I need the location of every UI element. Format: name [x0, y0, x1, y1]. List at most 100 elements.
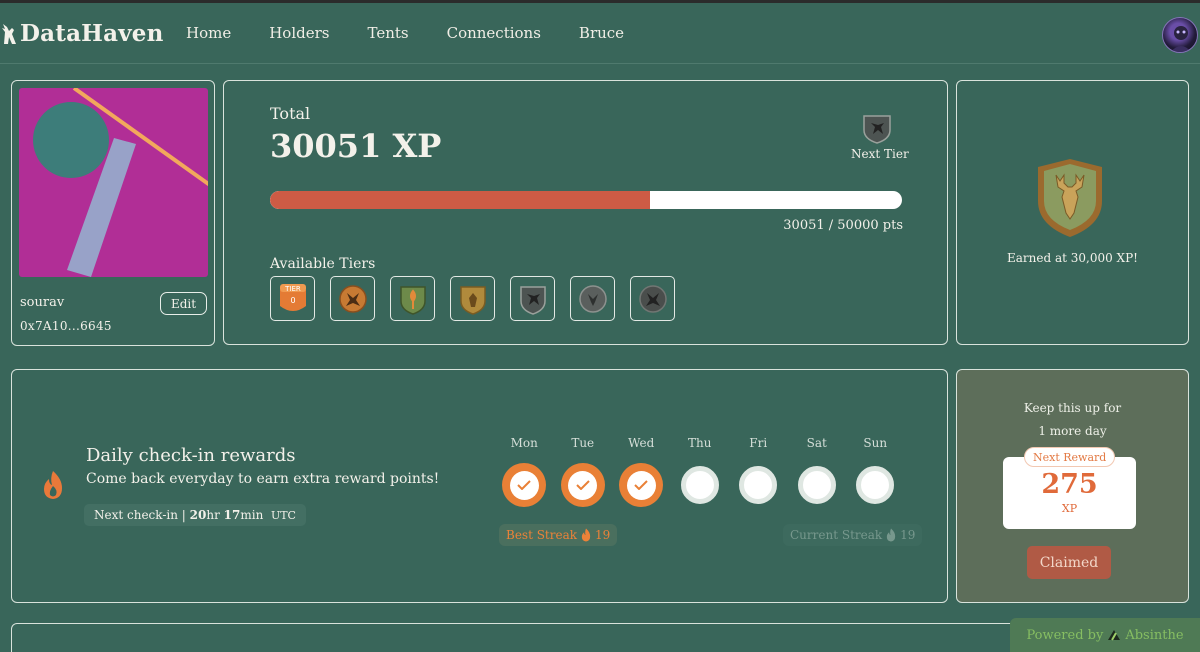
day-tue: Tue — [554, 436, 613, 507]
current-streak-label: Current Streak — [790, 528, 883, 542]
day-mon: Mon — [495, 436, 554, 507]
wallet-address: 0x7A10...6645 — [20, 319, 112, 333]
day-label: Fri — [749, 436, 768, 450]
day-label: Sat — [806, 436, 827, 450]
current-streak-value: 19 — [900, 528, 916, 542]
weekday-row: Mon Tue Wed Thu Fri Sat Sun — [495, 436, 905, 507]
next-reward-badge: Next Reward — [1024, 447, 1116, 467]
tier-4-button[interactable] — [510, 276, 555, 321]
available-tiers-label: Available Tiers — [270, 256, 376, 272]
powered-by-brand: Absinthe — [1125, 627, 1184, 643]
tier-0-badge-icon: TIER 0 — [279, 283, 306, 311]
nav-connections[interactable]: Connections — [447, 24, 541, 42]
flame-icon — [40, 470, 66, 504]
keep-line-2: 1 more day — [1038, 424, 1107, 438]
app-name: DataHaven — [20, 20, 164, 47]
day-sat: Sat — [788, 436, 847, 507]
best-streak-badge: Best Streak 19 — [499, 524, 618, 546]
xp-total-value: 30051 XP — [270, 127, 442, 165]
reward-value: 275 — [1041, 469, 1098, 500]
checkin-title: Daily check-in rewards — [86, 445, 296, 466]
tier-4-shield-icon — [519, 285, 546, 315]
day-empty-circle — [739, 466, 778, 504]
checkin-subtitle: Come back everyday to earn extra reward … — [86, 471, 440, 487]
flame-icon — [887, 528, 896, 542]
next-reward-card: Keep this up for 1 more day Next Reward … — [956, 369, 1189, 603]
svg-text:TIER: TIER — [284, 285, 301, 293]
current-tier-deer-shield-icon — [1034, 157, 1106, 243]
tier-0-button[interactable]: TIER 0 — [270, 276, 315, 321]
day-empty-circle — [797, 466, 836, 504]
day-fri: Fri — [729, 436, 788, 507]
tier-6-button[interactable] — [630, 276, 675, 321]
tier-1-medal-icon — [338, 284, 367, 313]
day-sun: Sun — [846, 436, 905, 507]
next-tier-shield-icon — [862, 112, 892, 148]
tier-6-medal-icon — [638, 284, 667, 313]
checkin-hours: 20 — [189, 508, 207, 522]
day-checked-circle — [560, 463, 605, 507]
profile-username: sourav — [20, 295, 65, 310]
day-label: Sun — [863, 436, 888, 450]
day-wed: Wed — [612, 436, 671, 507]
flame-icon — [581, 528, 591, 542]
xp-card: Total 30051 XP Next Tier 30051 / 50000 p… — [223, 80, 948, 345]
edit-profile-button[interactable]: Edit — [160, 292, 207, 315]
xp-progress-text: 30051 / 50000 pts — [783, 218, 903, 233]
xp-progress-bar — [270, 191, 902, 209]
day-empty-circle — [680, 466, 719, 504]
avatar-image-icon — [1170, 26, 1192, 52]
day-label: Tue — [571, 436, 595, 450]
user-avatar[interactable] — [1162, 17, 1198, 53]
checkin-minutes-unit: min — [240, 508, 264, 522]
checkmark-icon — [634, 480, 648, 490]
xp-progress-fill — [270, 191, 650, 209]
nav-tents[interactable]: Tents — [367, 24, 408, 42]
navbar: DataHaven Home Holders Tents Connections… — [0, 3, 1200, 64]
checkin-hours-unit: hr — [206, 508, 220, 522]
nav-holders[interactable]: Holders — [269, 24, 329, 42]
profile-image — [19, 88, 208, 277]
main-nav: Home Holders Tents Connections Bruce — [186, 24, 662, 42]
day-label: Wed — [628, 436, 655, 450]
earned-at-text: Earned at 30,000 XP! — [1006, 251, 1138, 265]
checkin-timezone: UTC — [270, 508, 296, 522]
daily-checkin-card: Daily check-in rewards Come back everyda… — [11, 369, 948, 603]
best-streak-label: Best Streak — [506, 528, 578, 542]
nav-home[interactable]: Home — [186, 24, 231, 42]
tiers-row: TIER 0 — [270, 276, 690, 321]
keep-streak-text: Keep this up for 1 more day — [957, 397, 1188, 443]
next-tier-label: Next Tier — [851, 147, 909, 161]
claimed-button[interactable]: Claimed — [1027, 546, 1111, 579]
reward-unit: XP — [1061, 502, 1078, 515]
tier-3-button[interactable] — [450, 276, 495, 321]
day-thu: Thu — [671, 436, 730, 507]
day-label: Thu — [688, 436, 712, 450]
checkmark-icon — [517, 480, 531, 490]
logo[interactable]: DataHaven — [0, 20, 164, 47]
day-checked-circle — [619, 463, 664, 507]
checkmark-icon — [576, 480, 590, 490]
nav-bruce[interactable]: Bruce — [579, 24, 624, 42]
day-checked-circle — [502, 463, 547, 507]
xp-total-label: Total — [270, 104, 311, 123]
tier-2-shield-icon — [399, 285, 426, 315]
day-label: Mon — [510, 436, 538, 450]
reward-box: Next Reward 275 XP — [1003, 447, 1136, 529]
svg-text:0: 0 — [290, 296, 295, 305]
absinthe-logo-icon — [1108, 630, 1121, 641]
keep-line-1: Keep this up for — [1023, 401, 1122, 415]
tier-1-button[interactable] — [330, 276, 375, 321]
tier-5-button[interactable] — [570, 276, 615, 321]
tier-5-medal-icon — [578, 284, 607, 313]
current-tier-card: Earned at 30,000 XP! — [956, 80, 1189, 345]
checkin-minutes: 17 — [223, 508, 241, 522]
powered-by-label: Powered by — [1026, 627, 1104, 643]
day-empty-circle — [856, 466, 895, 504]
powered-by-badge[interactable]: Powered by Absinthe — [1010, 618, 1200, 652]
next-checkin-label: Next check-in | — [94, 508, 186, 522]
tier-3-deer-shield-icon — [459, 285, 486, 315]
tier-2-button[interactable] — [390, 276, 435, 321]
best-streak-value: 19 — [595, 528, 611, 542]
deer-logo-icon — [2, 23, 16, 44]
